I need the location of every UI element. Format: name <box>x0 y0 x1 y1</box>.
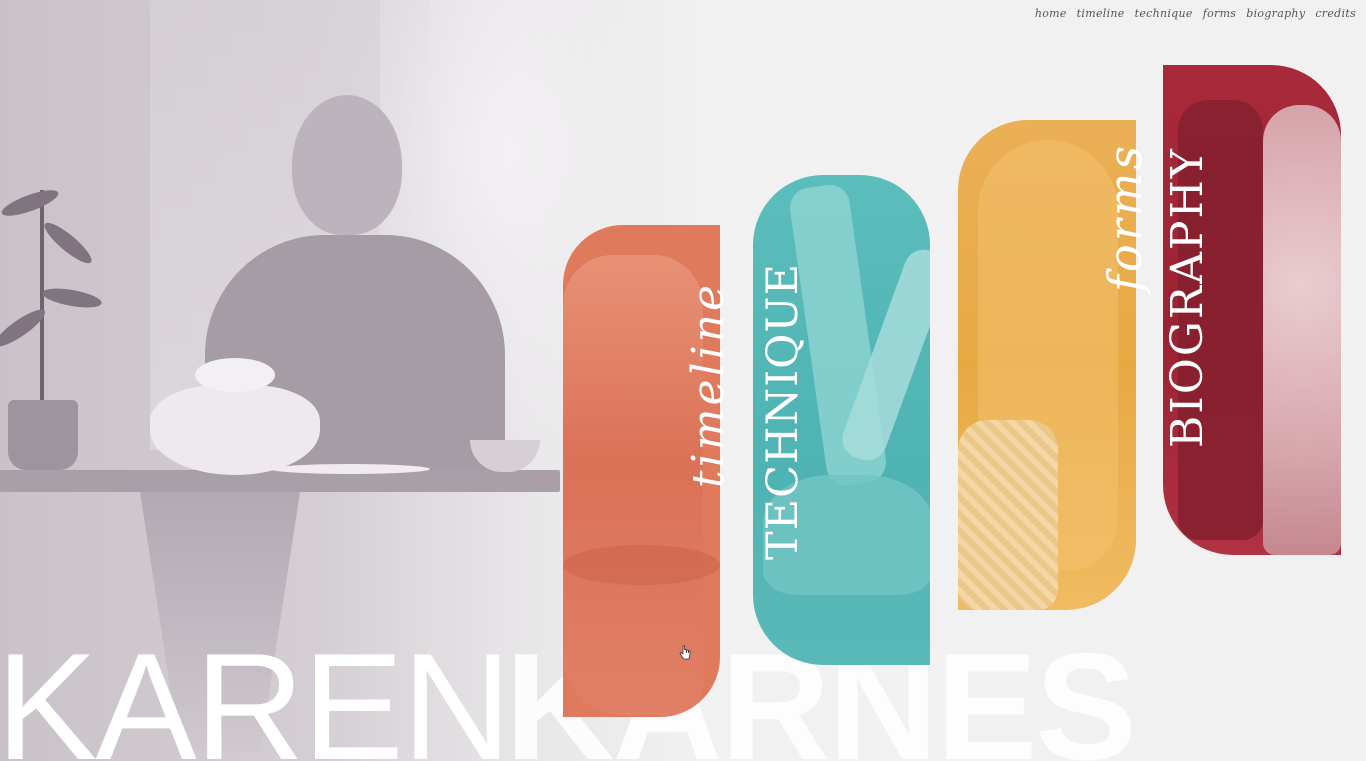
page: home timeline technique forms biography … <box>0 0 1366 761</box>
nav-forms[interactable]: forms <box>1203 7 1237 20</box>
photo-plate <box>270 464 430 474</box>
photo-person-head <box>292 95 402 235</box>
timeline-pot-rim <box>563 545 720 585</box>
photo-teapot-lid <box>195 358 275 392</box>
photo-plant-pot <box>8 400 78 470</box>
hand-pointer-icon <box>679 645 691 661</box>
photo-teapot <box>150 385 320 475</box>
photo-table <box>0 470 560 492</box>
technique-label[interactable]: TECHNIQUE <box>758 263 808 560</box>
biography-label[interactable]: BIOGRAPHY <box>1162 147 1213 448</box>
biography-jar-light <box>1263 105 1341 555</box>
nav-biography[interactable]: biography <box>1246 7 1305 20</box>
nav-timeline[interactable]: timeline <box>1077 7 1125 20</box>
nav-home[interactable]: home <box>1035 7 1067 20</box>
nav-technique[interactable]: technique <box>1135 7 1193 20</box>
photo-leaf <box>39 217 97 269</box>
nav-credits[interactable]: credits <box>1315 7 1356 20</box>
photo-plant-stem <box>40 190 44 405</box>
timeline-label[interactable]: timeline <box>683 282 734 488</box>
forms-label[interactable]: forms <box>1098 143 1152 292</box>
photo-leaf <box>0 185 61 221</box>
title-first-name: KAREN <box>0 622 512 761</box>
top-nav: home timeline technique forms biography … <box>1035 7 1356 20</box>
forms-basket-image <box>958 420 1058 610</box>
photo-leaf <box>41 284 103 312</box>
